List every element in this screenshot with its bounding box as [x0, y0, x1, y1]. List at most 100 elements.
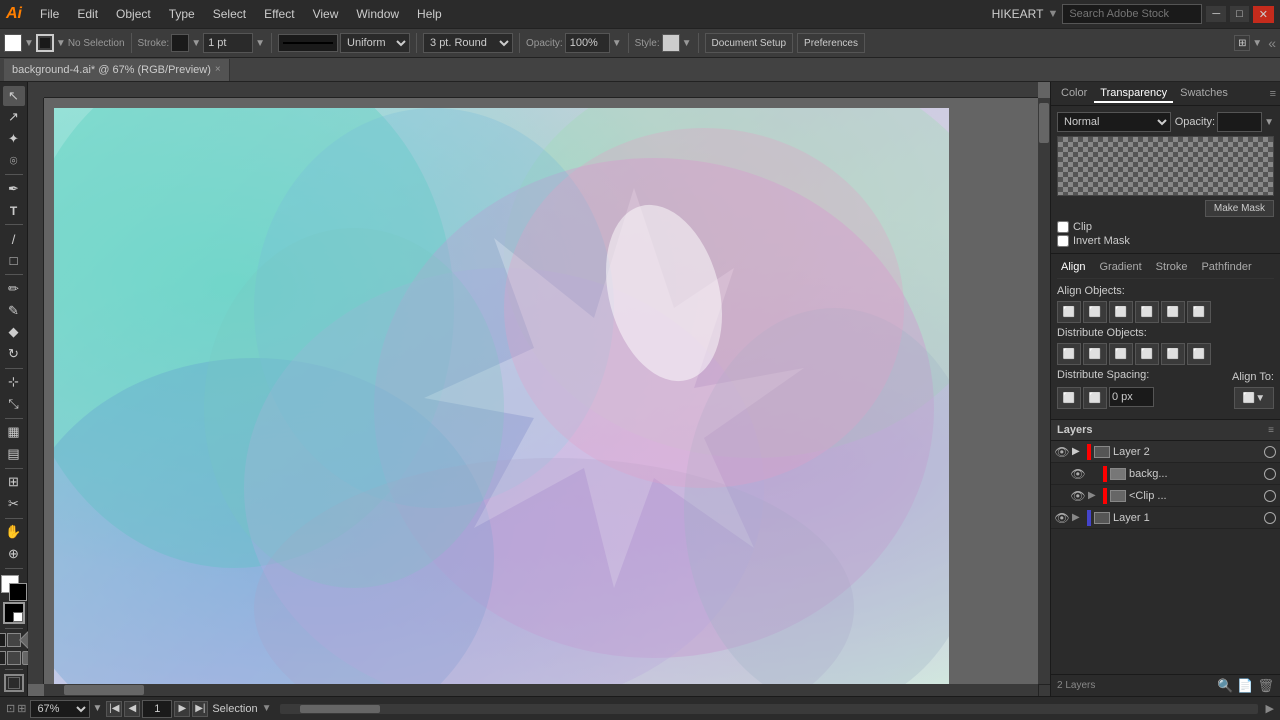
dist-center-v-btn[interactable]: ⬜ — [1161, 343, 1185, 365]
hand-tool[interactable]: ✋ — [3, 523, 25, 543]
stroke-weight-input[interactable] — [203, 33, 253, 53]
horizontal-scroll-status[interactable] — [280, 704, 1258, 714]
layer-1-visibility[interactable]: 👁 — [1055, 511, 1069, 525]
layer-row-1[interactable]: 👁 ▶ Layer 1 — [1051, 507, 1280, 529]
align-center-h-btn[interactable]: ⬜ — [1083, 301, 1107, 323]
h-status-thumb[interactable] — [300, 705, 380, 713]
first-page-btn[interactable]: |◀ — [106, 701, 122, 717]
v-scroll-thumb[interactable] — [1039, 103, 1049, 143]
fill-swatch[interactable] — [4, 34, 22, 52]
stroke-type-select[interactable]: Uniform — [340, 33, 410, 53]
pathfinder-tab[interactable]: Pathfinder — [1197, 260, 1255, 274]
prev-page-btn[interactable]: ◀ — [124, 701, 140, 717]
dist-bottom-btn[interactable]: ⬜ — [1187, 343, 1211, 365]
menu-help[interactable]: Help — [409, 5, 450, 23]
panel-menu-icon[interactable]: ≡ — [1270, 88, 1276, 100]
stroke-line-display[interactable] — [278, 34, 338, 52]
screen-mode-indicator[interactable]: ⊡ — [6, 702, 15, 715]
column-graph-tool[interactable]: ▤ — [3, 444, 25, 464]
slice-tool[interactable]: ✂ — [3, 494, 25, 514]
tab-color[interactable]: Color — [1055, 85, 1093, 103]
vertical-scrollbar[interactable] — [1038, 98, 1050, 684]
minimize-button[interactable]: ─ — [1206, 6, 1226, 22]
zoom-select[interactable]: 67% 50% 100% 150% 200% — [30, 700, 90, 718]
dist-top-btn[interactable]: ⬜ — [1135, 343, 1159, 365]
screen-mode-1[interactable] — [0, 651, 6, 665]
dist-left-btn[interactable]: ⬜ — [1057, 343, 1081, 365]
type-tool[interactable]: T — [3, 201, 25, 221]
scale-tool[interactable]: ⤡ — [3, 394, 25, 414]
normal-mode-btn[interactable] — [0, 633, 6, 647]
clip-expand[interactable]: ▶ — [1088, 490, 1100, 502]
layer-2-expand[interactable]: ▶ — [1072, 446, 1084, 458]
panel-collapse-btn[interactable]: « — [1268, 35, 1276, 51]
spacing-value-input[interactable] — [1109, 387, 1154, 407]
dist-center-h-btn[interactable]: ⬜ — [1083, 343, 1107, 365]
backg-target[interactable] — [1264, 468, 1276, 480]
menu-object[interactable]: Object — [108, 5, 159, 23]
search-layers-icon[interactable]: 🔍 — [1217, 678, 1233, 694]
magic-wand-tool[interactable]: ✦ — [3, 129, 25, 149]
gradient-tab[interactable]: Gradient — [1095, 260, 1145, 274]
layer-1-expand[interactable]: ▶ — [1072, 512, 1084, 524]
background-color[interactable] — [9, 583, 27, 601]
layer-2-target[interactable] — [1264, 446, 1276, 458]
layer-row-2[interactable]: 👁 ▶ Layer 2 — [1051, 441, 1280, 463]
align-left-btn[interactable]: ⬜ — [1057, 301, 1081, 323]
clip-checkbox[interactable] — [1057, 221, 1069, 233]
zoom-tool[interactable]: ⊕ — [3, 544, 25, 564]
menu-type[interactable]: Type — [161, 5, 203, 23]
make-mask-button[interactable]: Make Mask — [1205, 200, 1274, 217]
pencil-tool[interactable]: ✎ — [3, 301, 25, 321]
align-tab[interactable]: Align — [1057, 260, 1089, 274]
layer-row-backg[interactable]: 👁 backg... — [1051, 463, 1280, 485]
opacity-value-input[interactable]: 100% — [1217, 112, 1262, 132]
graph-tool[interactable]: ▦ — [3, 423, 25, 443]
selection-tool[interactable]: ↖ — [3, 86, 25, 106]
horizontal-scrollbar[interactable] — [44, 684, 1038, 696]
align-right-btn[interactable]: ⬜ — [1109, 301, 1133, 323]
blend-mode-select[interactable]: Normal — [1057, 112, 1171, 132]
page-number-input[interactable] — [142, 700, 172, 718]
opacity-input[interactable] — [565, 33, 610, 53]
tab-swatches[interactable]: Swatches — [1174, 85, 1234, 103]
new-layer-icon[interactable]: 📄 — [1237, 678, 1253, 694]
tab-transparency[interactable]: Transparency — [1094, 85, 1173, 103]
document-tab[interactable]: background-4.ai* @ 67% (RGB/Preview) × — [4, 59, 230, 81]
menu-file[interactable]: File — [32, 5, 67, 23]
tab-close-button[interactable]: × — [215, 64, 221, 75]
align-bottom-btn[interactable]: ⬜ — [1187, 301, 1211, 323]
layer-2-visibility[interactable]: 👁 — [1055, 445, 1069, 459]
invert-mask-checkbox[interactable] — [1057, 235, 1069, 247]
h-scroll-thumb[interactable] — [64, 685, 144, 695]
dist-right-btn[interactable]: ⬜ — [1109, 343, 1133, 365]
rect-tool[interactable]: □ — [3, 251, 25, 271]
canvas-inner[interactable] — [44, 98, 1038, 684]
last-page-btn[interactable]: ▶| — [192, 701, 208, 717]
line-tool[interactable]: / — [3, 229, 25, 249]
close-button[interactable]: ✕ — [1253, 6, 1274, 23]
rotate-tool[interactable]: ↻ — [3, 344, 25, 364]
space-v-btn[interactable]: ⬜ — [1083, 387, 1107, 409]
clip-target[interactable] — [1264, 490, 1276, 502]
menu-view[interactable]: View — [305, 5, 347, 23]
preview-mode-indicator[interactable]: ⊞ — [17, 702, 26, 715]
eraser-tool[interactable]: ◆ — [3, 322, 25, 342]
align-top-btn[interactable]: ⬜ — [1135, 301, 1159, 323]
align-center-v-btn[interactable]: ⬜ — [1161, 301, 1185, 323]
layer-row-clip[interactable]: 👁 ▶ <Clip ... — [1051, 485, 1280, 507]
menu-window[interactable]: Window — [348, 5, 407, 23]
menu-edit[interactable]: Edit — [69, 5, 106, 23]
space-h-btn[interactable]: ⬜ — [1057, 387, 1081, 409]
screen-mode-2[interactable] — [7, 651, 21, 665]
artboard-tool[interactable]: ⊞ — [3, 473, 25, 493]
pen-tool[interactable]: ✒ — [3, 179, 25, 199]
next-page-btn[interactable]: ▶ — [174, 701, 190, 717]
view-mode-btn[interactable] — [4, 674, 24, 692]
stroke-cap-select[interactable]: 3 pt. Round — [423, 33, 513, 53]
active-color-square[interactable] — [3, 602, 25, 624]
maximize-button[interactable]: □ — [1230, 6, 1249, 22]
direct-select-tool[interactable]: ↗ — [3, 108, 25, 128]
stroke-color-swatch[interactable] — [171, 34, 189, 52]
stroke-swatch[interactable] — [36, 34, 54, 52]
